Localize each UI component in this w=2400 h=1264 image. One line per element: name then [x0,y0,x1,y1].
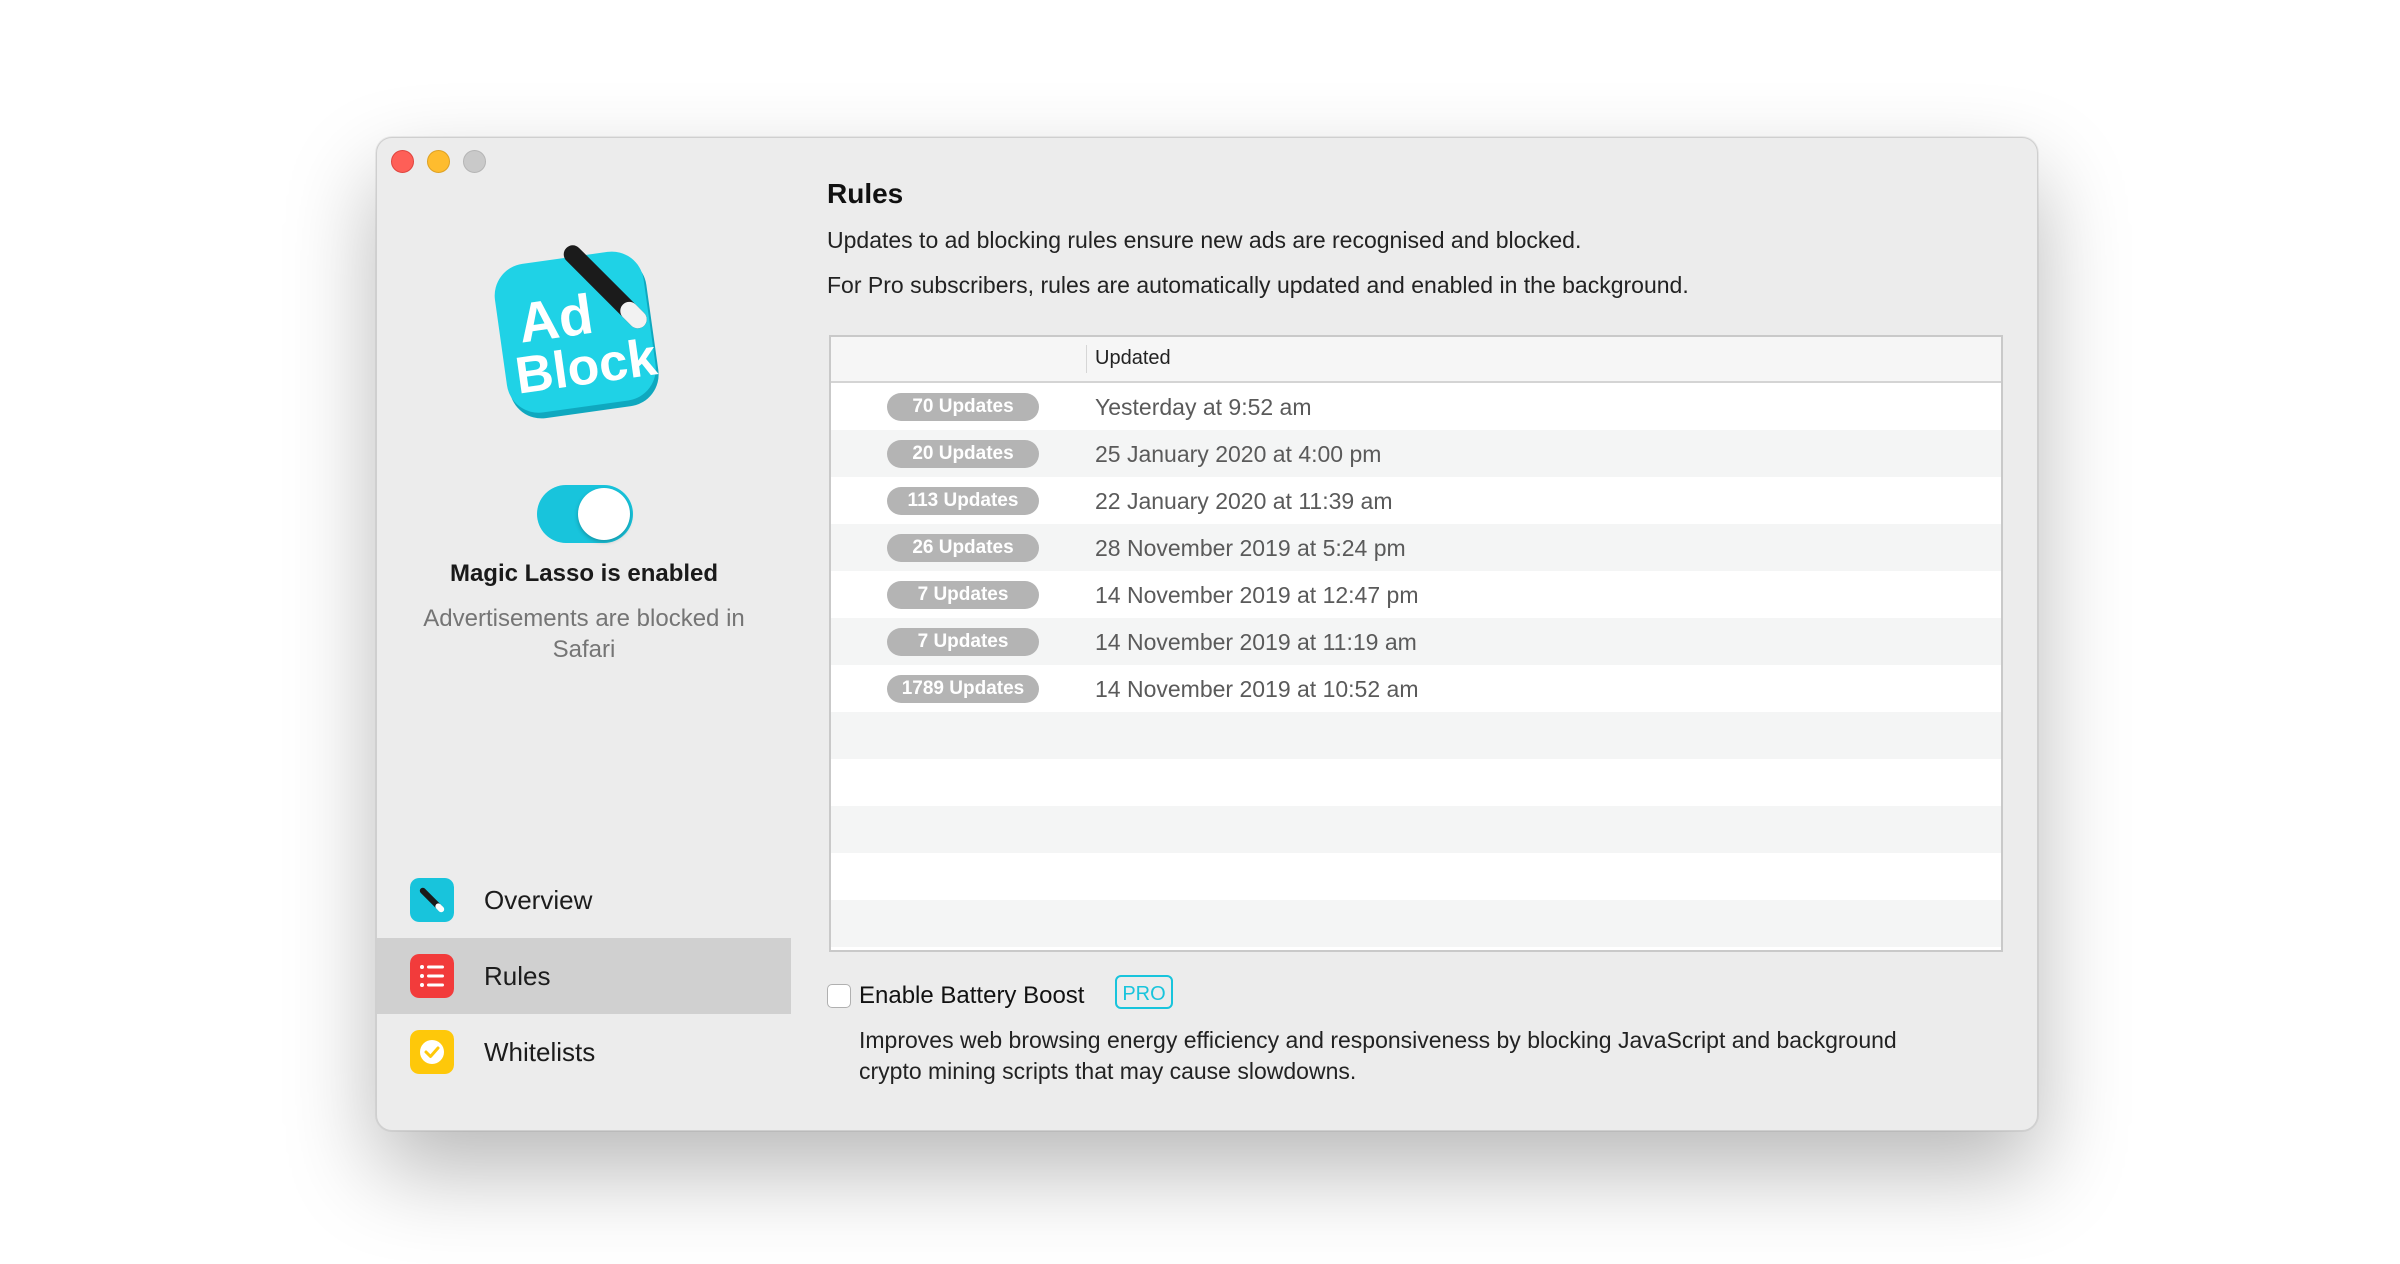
table-row[interactable]: 26 Updates 28 November 2019 at 5:24 pm [831,524,2001,571]
update-count-badge: 7 Updates [887,581,1039,609]
table-row[interactable]: 7 Updates 14 November 2019 at 12:47 pm [831,571,2001,618]
wand-icon [410,878,454,922]
sidebar: Ad Block Magic Lasso is enabled Advertis… [377,138,791,1130]
update-count-badge: 70 Updates [887,393,1039,421]
table-row-empty [831,759,2001,806]
column-divider[interactable] [1086,345,1087,373]
pro-badge: PRO [1115,975,1173,1009]
updated-date: 28 November 2019 at 5:24 pm [1095,535,1406,561]
update-count-badge: 113 Updates [887,487,1039,515]
battery-boost-description: Improves web browsing energy efficiency … [859,1027,1897,1084]
table-row-empty [831,712,2001,759]
updated-date: 14 November 2019 at 11:19 am [1095,629,1417,655]
app-window: Ad Block Magic Lasso is enabled Advertis… [376,137,2038,1131]
main-content: Rules Updates to ad blocking rules ensur… [827,138,2037,1130]
sidebar-item-label: Whitelists [484,1036,596,1067]
table-row[interactable]: 7 Updates 14 November 2019 at 11:19 am [831,618,2001,665]
sidebar-item-label: Overview [484,884,593,915]
status-subtitle: Advertisements are blocked in Safari [423,605,745,663]
toggle-knob [578,488,630,540]
rules-description-1: Updates to ad blocking rules ensure new … [827,227,1582,253]
updated-date: Yesterday at 9:52 am [1095,394,1312,420]
table-row-empty [831,900,2001,947]
table-row[interactable]: 113 Updates 22 January 2020 at 11:39 am [831,477,2001,524]
battery-boost-label[interactable]: Enable Battery Boost [859,982,1084,1010]
adblock-app-icon: Ad Block [494,245,660,419]
sidebar-item-whitelists[interactable]: Whitelists [377,1014,791,1090]
updated-date: 14 November 2019 at 12:47 pm [1095,582,1419,608]
table-row-empty [831,806,2001,853]
rules-table[interactable]: Updated 70 Updates Yesterday at 9:52 am … [829,335,2003,952]
rules-description-2: For Pro subscribers, rules are automatic… [827,272,1689,298]
update-count-badge: 20 Updates [887,440,1039,468]
updated-date: 14 November 2019 at 10:52 am [1095,676,1419,702]
page-title: Rules [827,178,904,209]
column-header-updated[interactable]: Updated [1095,347,1171,370]
table-header: Updated [831,337,2001,383]
battery-boost-checkbox[interactable] [827,984,851,1008]
table-row-empty [831,853,2001,900]
enable-toggle[interactable] [537,485,633,543]
checkmark-icon [410,1030,454,1074]
table-row[interactable]: 70 Updates Yesterday at 9:52 am [831,383,2001,430]
table-row[interactable]: 20 Updates 25 January 2020 at 4:00 pm [831,430,2001,477]
status-title: Magic Lasso is enabled [449,560,719,587]
table-body: 70 Updates Yesterday at 9:52 am 20 Updat… [831,383,2001,947]
sidebar-item-rules[interactable]: Rules [377,938,791,1014]
update-count-badge: 7 Updates [887,628,1039,656]
sidebar-item-overview[interactable]: Overview [377,862,791,938]
sidebar-nav: Overview Rules Whitelists [377,862,791,1090]
update-count-badge: 26 Updates [887,534,1039,562]
updated-date: 25 January 2020 at 4:00 pm [1095,441,1382,467]
sidebar-item-label: Rules [484,960,551,991]
table-row[interactable]: 1789 Updates 14 November 2019 at 10:52 a… [831,665,2001,712]
update-count-badge: 1789 Updates [887,675,1039,703]
list-icon [410,954,454,998]
updated-date: 22 January 2020 at 11:39 am [1095,488,1393,514]
